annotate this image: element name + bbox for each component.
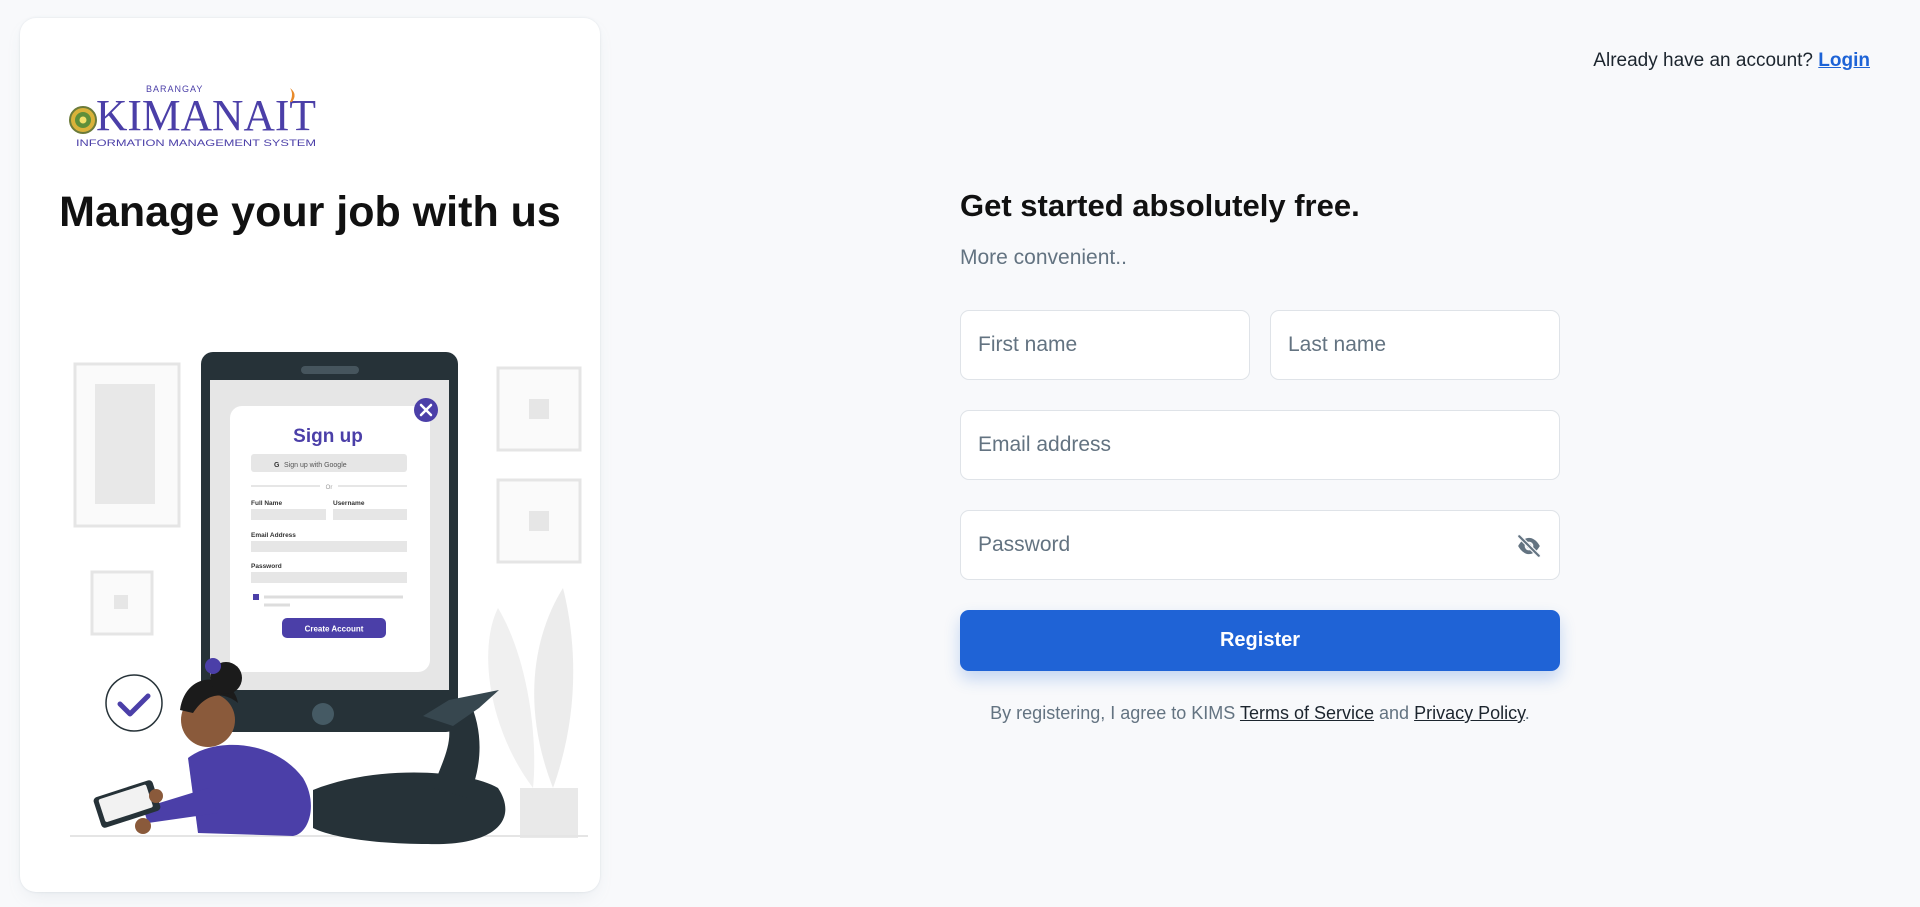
- email-input[interactable]: [961, 411, 1559, 479]
- login-link[interactable]: Login: [1818, 50, 1870, 71]
- signup-illustration: Sign up G Sign up with Google Or Full Na…: [70, 352, 588, 845]
- form-title: Get started absolutely free.: [960, 188, 1360, 223]
- privacy-policy-link[interactable]: Privacy Policy: [1414, 703, 1525, 723]
- illustration-or-text: Or: [326, 485, 333, 491]
- terms-of-service-link[interactable]: Terms of Service: [1240, 703, 1374, 723]
- form-subtitle: More convenient..: [960, 246, 1127, 269]
- header-login-prompt: Already have an account? Login: [1593, 50, 1870, 72]
- illustration-create-button: Create Account: [305, 625, 364, 634]
- last-name-input[interactable]: [1271, 311, 1559, 379]
- terms-text: By registering, I agree to KIMS Terms of…: [960, 703, 1560, 724]
- illustration-card-title: Sign up: [293, 426, 363, 447]
- illustration-full-name-label: Full Name: [251, 500, 282, 507]
- illustration-password-label: Password: [251, 563, 282, 570]
- logo-main-text: KIMANAIT: [96, 91, 316, 140]
- email-field-wrapper: [960, 410, 1560, 480]
- register-form: Get started absolutely free. More conven…: [960, 188, 1560, 724]
- hero-panel: BARANGAY KIMANAIT INFORMATION MANAGEMENT…: [20, 18, 600, 892]
- illustration-username-label: Username: [333, 500, 365, 507]
- name-row: [960, 310, 1560, 380]
- logo-sub-text: INFORMATION MANAGEMENT SYSTEM: [76, 138, 316, 148]
- last-name-field-wrapper: [1270, 310, 1560, 380]
- kimanait-logo: BARANGAY KIMANAIT INFORMATION MANAGEMENT…: [69, 84, 316, 148]
- hero-title: Manage your job with us: [59, 188, 561, 236]
- terms-suffix: .: [1524, 703, 1530, 723]
- first-name-field-wrapper: [960, 310, 1250, 380]
- register-button[interactable]: Register: [960, 610, 1560, 671]
- check-icon: [105, 674, 163, 732]
- illustration-email-label: Email Address: [251, 532, 296, 539]
- close-icon: [414, 398, 438, 422]
- eye-off-icon[interactable]: [1515, 533, 1543, 559]
- terms-prefix: By registering, I agree to KIMS: [990, 703, 1236, 723]
- terms-and: and: [1379, 703, 1410, 723]
- login-prompt-text: Already have an account?: [1593, 50, 1814, 71]
- password-field-wrapper: [960, 510, 1560, 580]
- first-name-input[interactable]: [961, 311, 1249, 379]
- password-input[interactable]: [961, 511, 1559, 579]
- illustration-google-button: Sign up with Google: [284, 462, 347, 469]
- google-icon: G: [274, 462, 280, 469]
- barangay-seal-icon: [69, 106, 97, 134]
